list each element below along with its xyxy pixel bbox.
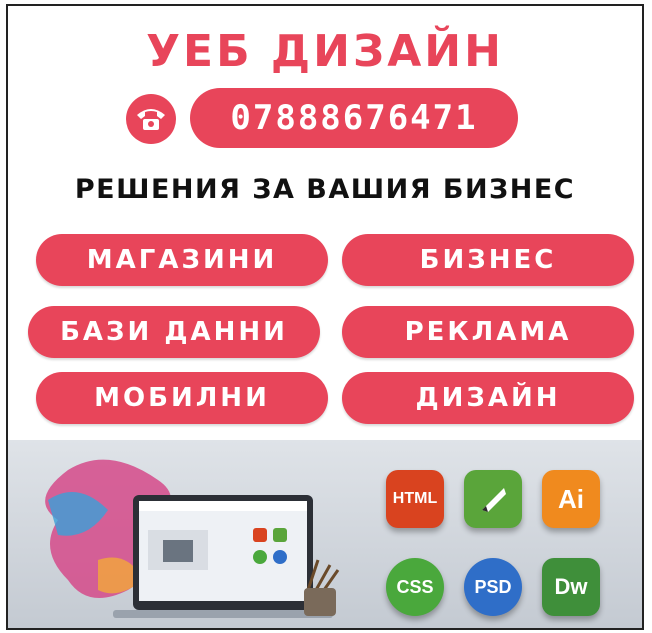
phone-icon [126, 94, 176, 144]
service-pill-databases: БАЗИ ДАННИ [28, 306, 320, 358]
service-pill-advertising: РЕКЛАМА [342, 306, 634, 358]
laptop-illustration [45, 459, 340, 618]
coreldraw-icon [464, 470, 522, 528]
photoshop-icon: PSD [464, 558, 522, 616]
dreamweaver-icon: Dw [542, 558, 600, 616]
software-banner: HTML Ai CSS PSD Dw [8, 440, 642, 628]
service-pill-business: БИЗНЕС [342, 234, 634, 286]
tagline: РЕШЕНИЯ ЗА ВАШИЯ БИЗНЕС [74, 174, 576, 205]
ad-frame: УЕБ ДИЗАЙН 07888676471 РЕШЕНИЯ ЗА ВАШИЯ … [6, 4, 644, 630]
service-pill-shops: МАГАЗИНИ [36, 234, 328, 286]
ad-title: УЕБ ДИЗАЙН [146, 26, 504, 77]
illustrator-icon: Ai [542, 470, 600, 528]
service-pill-mobile: МОБИЛНИ [36, 372, 328, 424]
service-pill-design: ДИЗАЙН [342, 372, 634, 424]
phone-number[interactable]: 07888676471 [190, 88, 518, 148]
css-icon: CSS [386, 558, 444, 616]
html-icon: HTML [386, 470, 444, 528]
